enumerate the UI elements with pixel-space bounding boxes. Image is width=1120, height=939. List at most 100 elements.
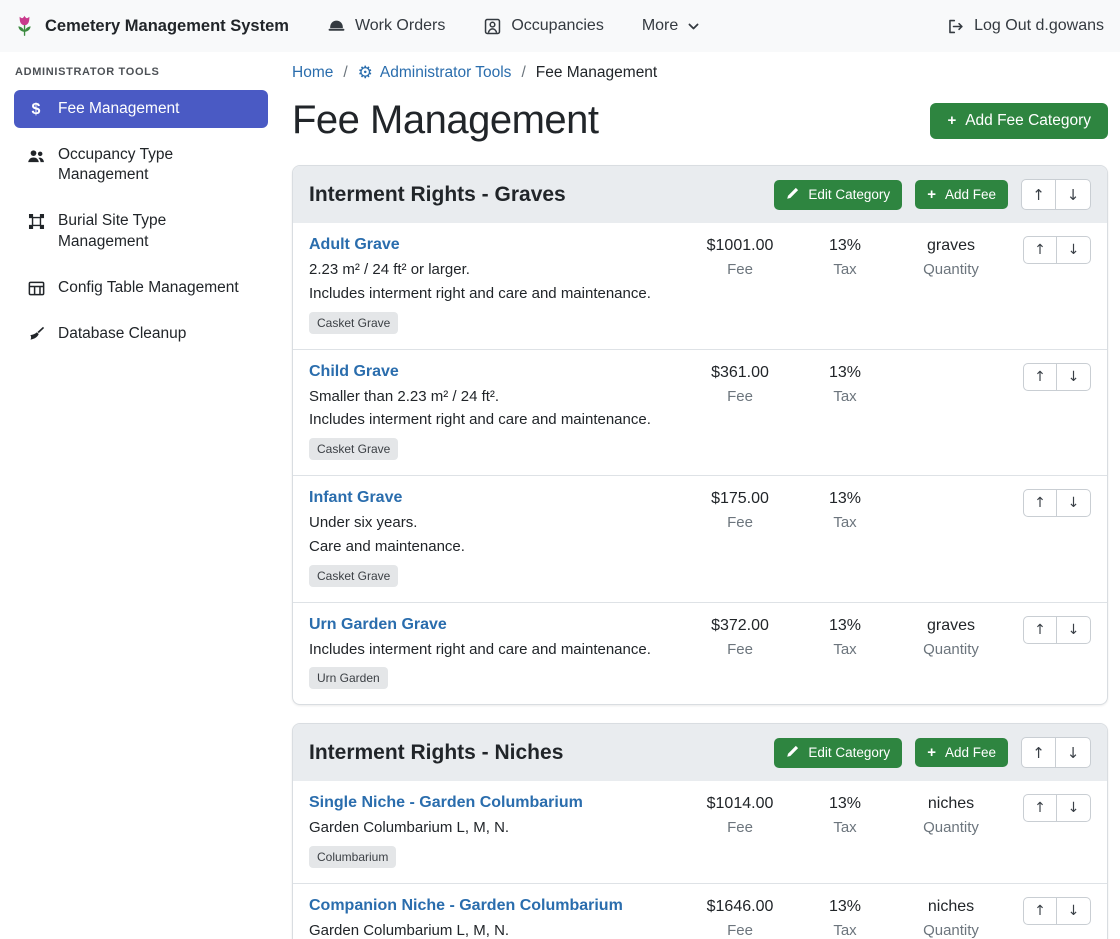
nav-more-label: More xyxy=(642,17,678,35)
fee-name-link[interactable]: Infant Grave xyxy=(309,489,402,507)
fee-quantity: niches xyxy=(895,795,1007,813)
sidebar-item-database-cleanup[interactable]: Database Cleanup xyxy=(14,315,268,353)
edit-category-label: Edit Category xyxy=(808,187,890,202)
fee-move-down-button[interactable]: ↓ xyxy=(1057,897,1091,925)
navbar-left: Cemetery Management System Work Orders O… xyxy=(12,14,700,39)
sidebar-item-occupancy-type[interactable]: Occupancy Type Management xyxy=(14,136,268,194)
category-actions: Edit Category + Add Fee ↑ ↓ xyxy=(774,179,1091,210)
breadcrumb: Home / ⚙ Administrator Tools / Fee Manag… xyxy=(292,64,1108,82)
nav-more[interactable]: More xyxy=(642,17,700,35)
fee-move-up-button[interactable]: ↑ xyxy=(1023,794,1057,822)
logout-link[interactable]: Log Out d.gowans xyxy=(946,17,1104,36)
users-icon xyxy=(26,146,46,166)
admin-sidebar: ADMINISTRATOR TOOLS $ Fee Management Occ… xyxy=(0,52,280,939)
fee-info: Child Grave Smaller than 2.23 m² / 24 ft… xyxy=(309,363,685,461)
breadcrumb-separator: / xyxy=(521,64,525,82)
pencil-icon xyxy=(786,187,799,203)
fee-move-down-button[interactable]: ↓ xyxy=(1057,489,1091,517)
sidebar-item-label: Burial Site Type Management xyxy=(58,211,256,251)
fee-move-up-button[interactable]: ↑ xyxy=(1023,363,1057,391)
fee-move-up-button[interactable]: ↑ xyxy=(1023,489,1057,517)
category-title: Interment Rights - Graves xyxy=(309,183,566,207)
fee-amount-label: Fee xyxy=(685,388,795,405)
fee-tax-label: Tax xyxy=(795,514,895,531)
pencil-icon xyxy=(786,745,799,761)
fee-category-card-graves: Interment Rights - Graves Edit Category … xyxy=(292,165,1108,705)
title-row: Fee Management + Add Fee Category xyxy=(292,98,1108,143)
fee-type-badge: Casket Grave xyxy=(309,312,398,334)
fee-reorder-group: ↑ ↓ xyxy=(1023,236,1091,264)
fee-quantity-column xyxy=(895,363,1007,364)
sidebar-item-config-table[interactable]: Config Table Management xyxy=(14,269,268,307)
nav-occupancies[interactable]: Occupancies xyxy=(483,17,604,36)
dollar-icon: $ xyxy=(26,100,46,119)
fee-info: Companion Niche - Garden Columbarium Gar… xyxy=(309,897,685,939)
fee-row: Single Niche - Garden Columbarium Garden… xyxy=(293,781,1107,883)
edit-category-button[interactable]: Edit Category xyxy=(774,180,902,210)
breadcrumb-home[interactable]: Home xyxy=(292,64,333,82)
fee-move-down-button[interactable]: ↓ xyxy=(1057,616,1091,644)
fee-name-link[interactable]: Single Niche - Garden Columbarium xyxy=(309,794,583,812)
fee-tax-column: 13% Tax xyxy=(795,489,895,531)
sidebar-item-label: Occupancy Type Management xyxy=(58,145,256,185)
nav-work-orders-label: Work Orders xyxy=(355,17,445,35)
fee-type-badge: Columbarium xyxy=(309,846,396,868)
fee-move-up-button[interactable]: ↑ xyxy=(1023,897,1057,925)
fee-description: Garden Columbarium L, M, N. xyxy=(309,817,673,839)
fee-info: Urn Garden Grave Includes interment righ… xyxy=(309,616,685,690)
fee-reorder-group: ↑ ↓ xyxy=(1023,897,1091,925)
nav-occupancies-label: Occupancies xyxy=(511,17,604,35)
category-move-up-button[interactable]: ↑ xyxy=(1021,179,1056,210)
category-move-up-button[interactable]: ↑ xyxy=(1021,737,1056,768)
fee-amount-column: $361.00 Fee xyxy=(685,363,795,405)
brand-title: Cemetery Management System xyxy=(45,17,289,36)
add-fee-category-label: Add Fee Category xyxy=(965,112,1091,130)
sidebar-item-label: Config Table Management xyxy=(58,278,239,298)
fee-move-down-button[interactable]: ↓ xyxy=(1057,794,1091,822)
fee-description: Care and maintenance. xyxy=(309,536,673,558)
fee-type-badge: Casket Grave xyxy=(309,438,398,460)
fee-reorder-group: ↑ ↓ xyxy=(1023,794,1091,822)
fee-quantity-label: Quantity xyxy=(895,261,1007,278)
nav-work-orders[interactable]: Work Orders xyxy=(327,17,445,36)
person-frame-icon xyxy=(483,17,502,36)
breadcrumb-admin-tools[interactable]: ⚙ Administrator Tools xyxy=(358,64,512,82)
fee-info: Adult Grave 2.23 m² / 24 ft² or larger. … xyxy=(309,236,685,334)
add-fee-button[interactable]: + Add Fee xyxy=(915,738,1008,767)
fee-description: Includes interment right and care and ma… xyxy=(309,283,673,305)
category-move-down-button[interactable]: ↓ xyxy=(1056,737,1091,768)
fee-move-up-button[interactable]: ↑ xyxy=(1023,616,1057,644)
fee-quantity-column: graves Quantity xyxy=(895,236,1007,278)
fee-move-down-button[interactable]: ↓ xyxy=(1057,236,1091,264)
fee-tax-column: 13% Tax xyxy=(795,616,895,658)
fee-description: Under six years. xyxy=(309,512,673,534)
fee-name-link[interactable]: Companion Niche - Garden Columbarium xyxy=(309,897,623,915)
add-fee-label: Add Fee xyxy=(945,745,996,760)
fee-move-down-button[interactable]: ↓ xyxy=(1057,363,1091,391)
fee-name-link[interactable]: Adult Grave xyxy=(309,236,400,254)
fee-reorder-group: ↑ ↓ xyxy=(1023,363,1091,391)
fee-description: Garden Columbarium L, M, N. xyxy=(309,920,673,939)
fee-name-link[interactable]: Urn Garden Grave xyxy=(309,616,447,634)
fee-move-up-button[interactable]: ↑ xyxy=(1023,236,1057,264)
fee-amount-label: Fee xyxy=(685,261,795,278)
add-fee-category-button[interactable]: + Add Fee Category xyxy=(930,103,1108,139)
fee-quantity: graves xyxy=(895,617,1007,635)
fee-tax-label: Tax xyxy=(795,819,895,836)
fee-tax: 13% xyxy=(795,795,895,813)
plus-icon: + xyxy=(927,745,936,760)
sidebar-item-fee-management[interactable]: $ Fee Management xyxy=(14,90,268,128)
fee-tax-label: Tax xyxy=(795,388,895,405)
add-fee-button[interactable]: + Add Fee xyxy=(915,180,1008,209)
fee-row: Companion Niche - Garden Columbarium Gar… xyxy=(293,883,1107,939)
sidebar-item-burial-site-type[interactable]: Burial Site Type Management xyxy=(14,202,268,260)
sidebar-item-label: Fee Management xyxy=(58,99,180,119)
breadcrumb-current: Fee Management xyxy=(536,64,658,82)
fee-description: Smaller than 2.23 m² / 24 ft². xyxy=(309,386,673,408)
brand-link[interactable]: Cemetery Management System xyxy=(12,14,289,39)
table-icon xyxy=(26,279,46,298)
category-move-down-button[interactable]: ↓ xyxy=(1056,179,1091,210)
edit-category-button[interactable]: Edit Category xyxy=(774,738,902,768)
fee-tax-label: Tax xyxy=(795,641,895,658)
fee-name-link[interactable]: Child Grave xyxy=(309,363,399,381)
